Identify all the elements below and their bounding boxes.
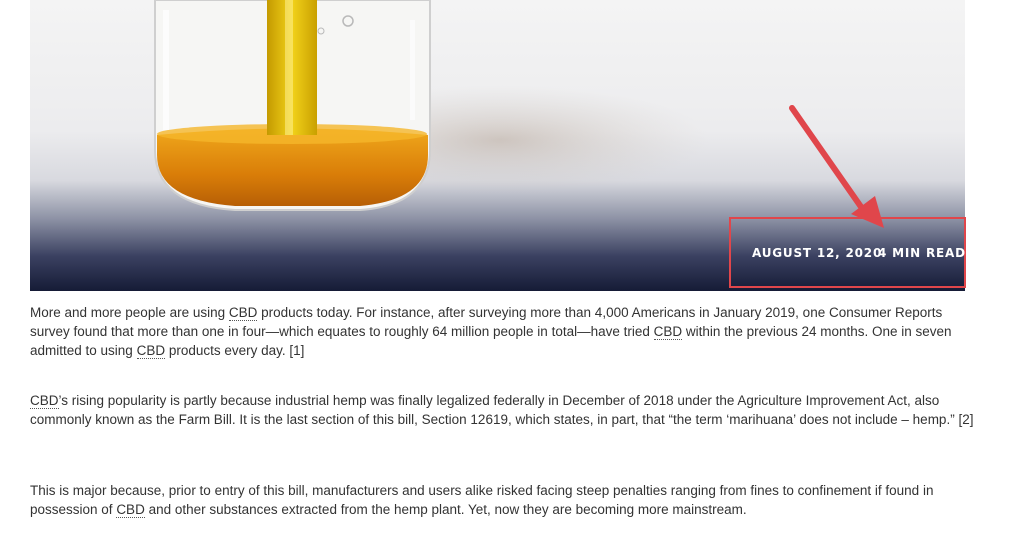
cbd-abbreviation[interactable]: CBD bbox=[136, 343, 166, 359]
article-paragraph: More and more people are using CBD produ… bbox=[30, 305, 952, 359]
publish-date: AUGUST 12, 2020 bbox=[752, 246, 883, 260]
article-paragraph: This is major because, prior to entry of… bbox=[30, 483, 934, 518]
cbd-abbreviation[interactable]: CBD bbox=[228, 305, 258, 321]
article-paragraph: CBD’s rising popularity is partly becaus… bbox=[30, 393, 974, 427]
read-time: 4 MIN READ bbox=[878, 246, 966, 260]
cbd-abbreviation[interactable]: CBD bbox=[653, 324, 683, 340]
cbd-abbreviation[interactable]: CBD bbox=[116, 502, 145, 518]
cbd-abbreviation[interactable]: CBD bbox=[30, 393, 59, 409]
